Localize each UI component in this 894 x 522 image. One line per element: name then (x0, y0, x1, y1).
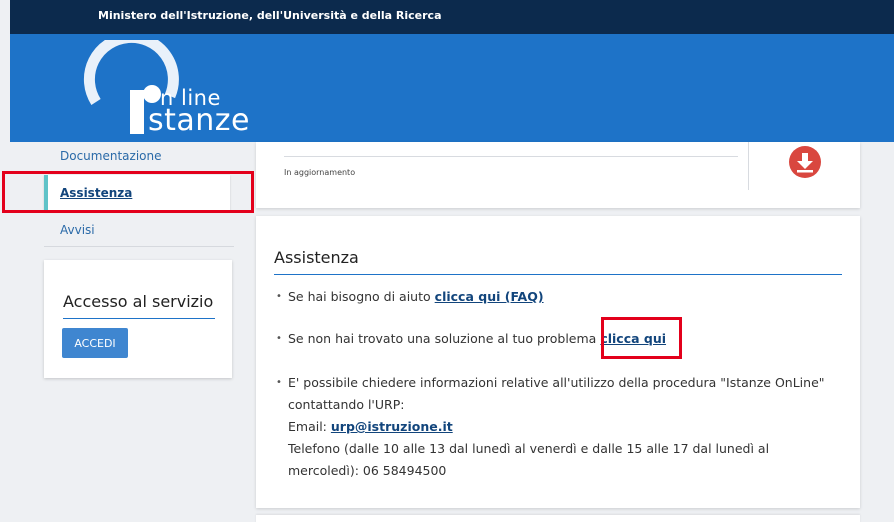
assistenza-title: Assistenza (274, 248, 359, 267)
email-label: Email: (288, 419, 327, 434)
sidebar-item-documentazione[interactable]: Documentazione (60, 149, 161, 163)
phone-line-1: Telefono (dalle 10 alle 13 dal lunedì al… (288, 441, 770, 456)
clicca-qui-highlight-box (601, 317, 682, 359)
ministry-name: Ministero dell'Istruzione, dell'Universi… (98, 9, 442, 22)
ministry-topbar: Ministero dell'Istruzione, dell'Universi… (10, 0, 894, 34)
problem-text: Se non hai trovato una soluzione al tuo … (288, 331, 597, 346)
faq-list-item: Se hai bisogno di aiuto clicca qui (FAQ) (276, 286, 844, 308)
info-line-2: contattando l'URP: (288, 397, 405, 412)
phone-line-2: mercoledì): 06 58494500 (288, 463, 447, 478)
download-icon[interactable] (789, 146, 821, 178)
status-divider (284, 156, 738, 157)
assistenza-highlight-box (2, 171, 254, 213)
assistenza-title-underline (274, 274, 842, 275)
logo-istanze-text: stanze (148, 103, 250, 138)
accedi-button[interactable]: ACCEDI (62, 328, 128, 358)
download-arrow-icon (797, 153, 813, 173)
status-text: In aggiornamento (284, 168, 356, 177)
access-title-underline (63, 318, 215, 319)
faq-link[interactable]: clicca qui (FAQ) (435, 289, 544, 304)
access-card: Accesso al servizio ACCEDI (44, 260, 232, 378)
status-vertical-divider (748, 142, 749, 190)
assistenza-card: Assistenza Se hai bisogno di aiuto clicc… (256, 216, 860, 508)
sidebar-item-avvisi[interactable]: Avvisi (60, 223, 95, 237)
info-list-item: E' possibile chiedere informazioni relat… (276, 372, 844, 482)
info-line-1: E' possibile chiedere informazioni relat… (288, 375, 825, 390)
faq-text: Se hai bisogno di aiuto (288, 289, 431, 304)
istanze-online-logo[interactable]: n line stanze (82, 31, 252, 140)
problem-list-item: Se non hai trovato una soluzione al tuo … (276, 328, 844, 350)
sidebar-divider (44, 246, 234, 247)
email-link[interactable]: urp@istruzione.it (331, 419, 453, 434)
site-header: n line stanze (10, 31, 894, 142)
access-title: Accesso al servizio (63, 292, 214, 311)
status-card: In aggiornamento (256, 142, 860, 208)
next-card-edge (256, 515, 860, 522)
